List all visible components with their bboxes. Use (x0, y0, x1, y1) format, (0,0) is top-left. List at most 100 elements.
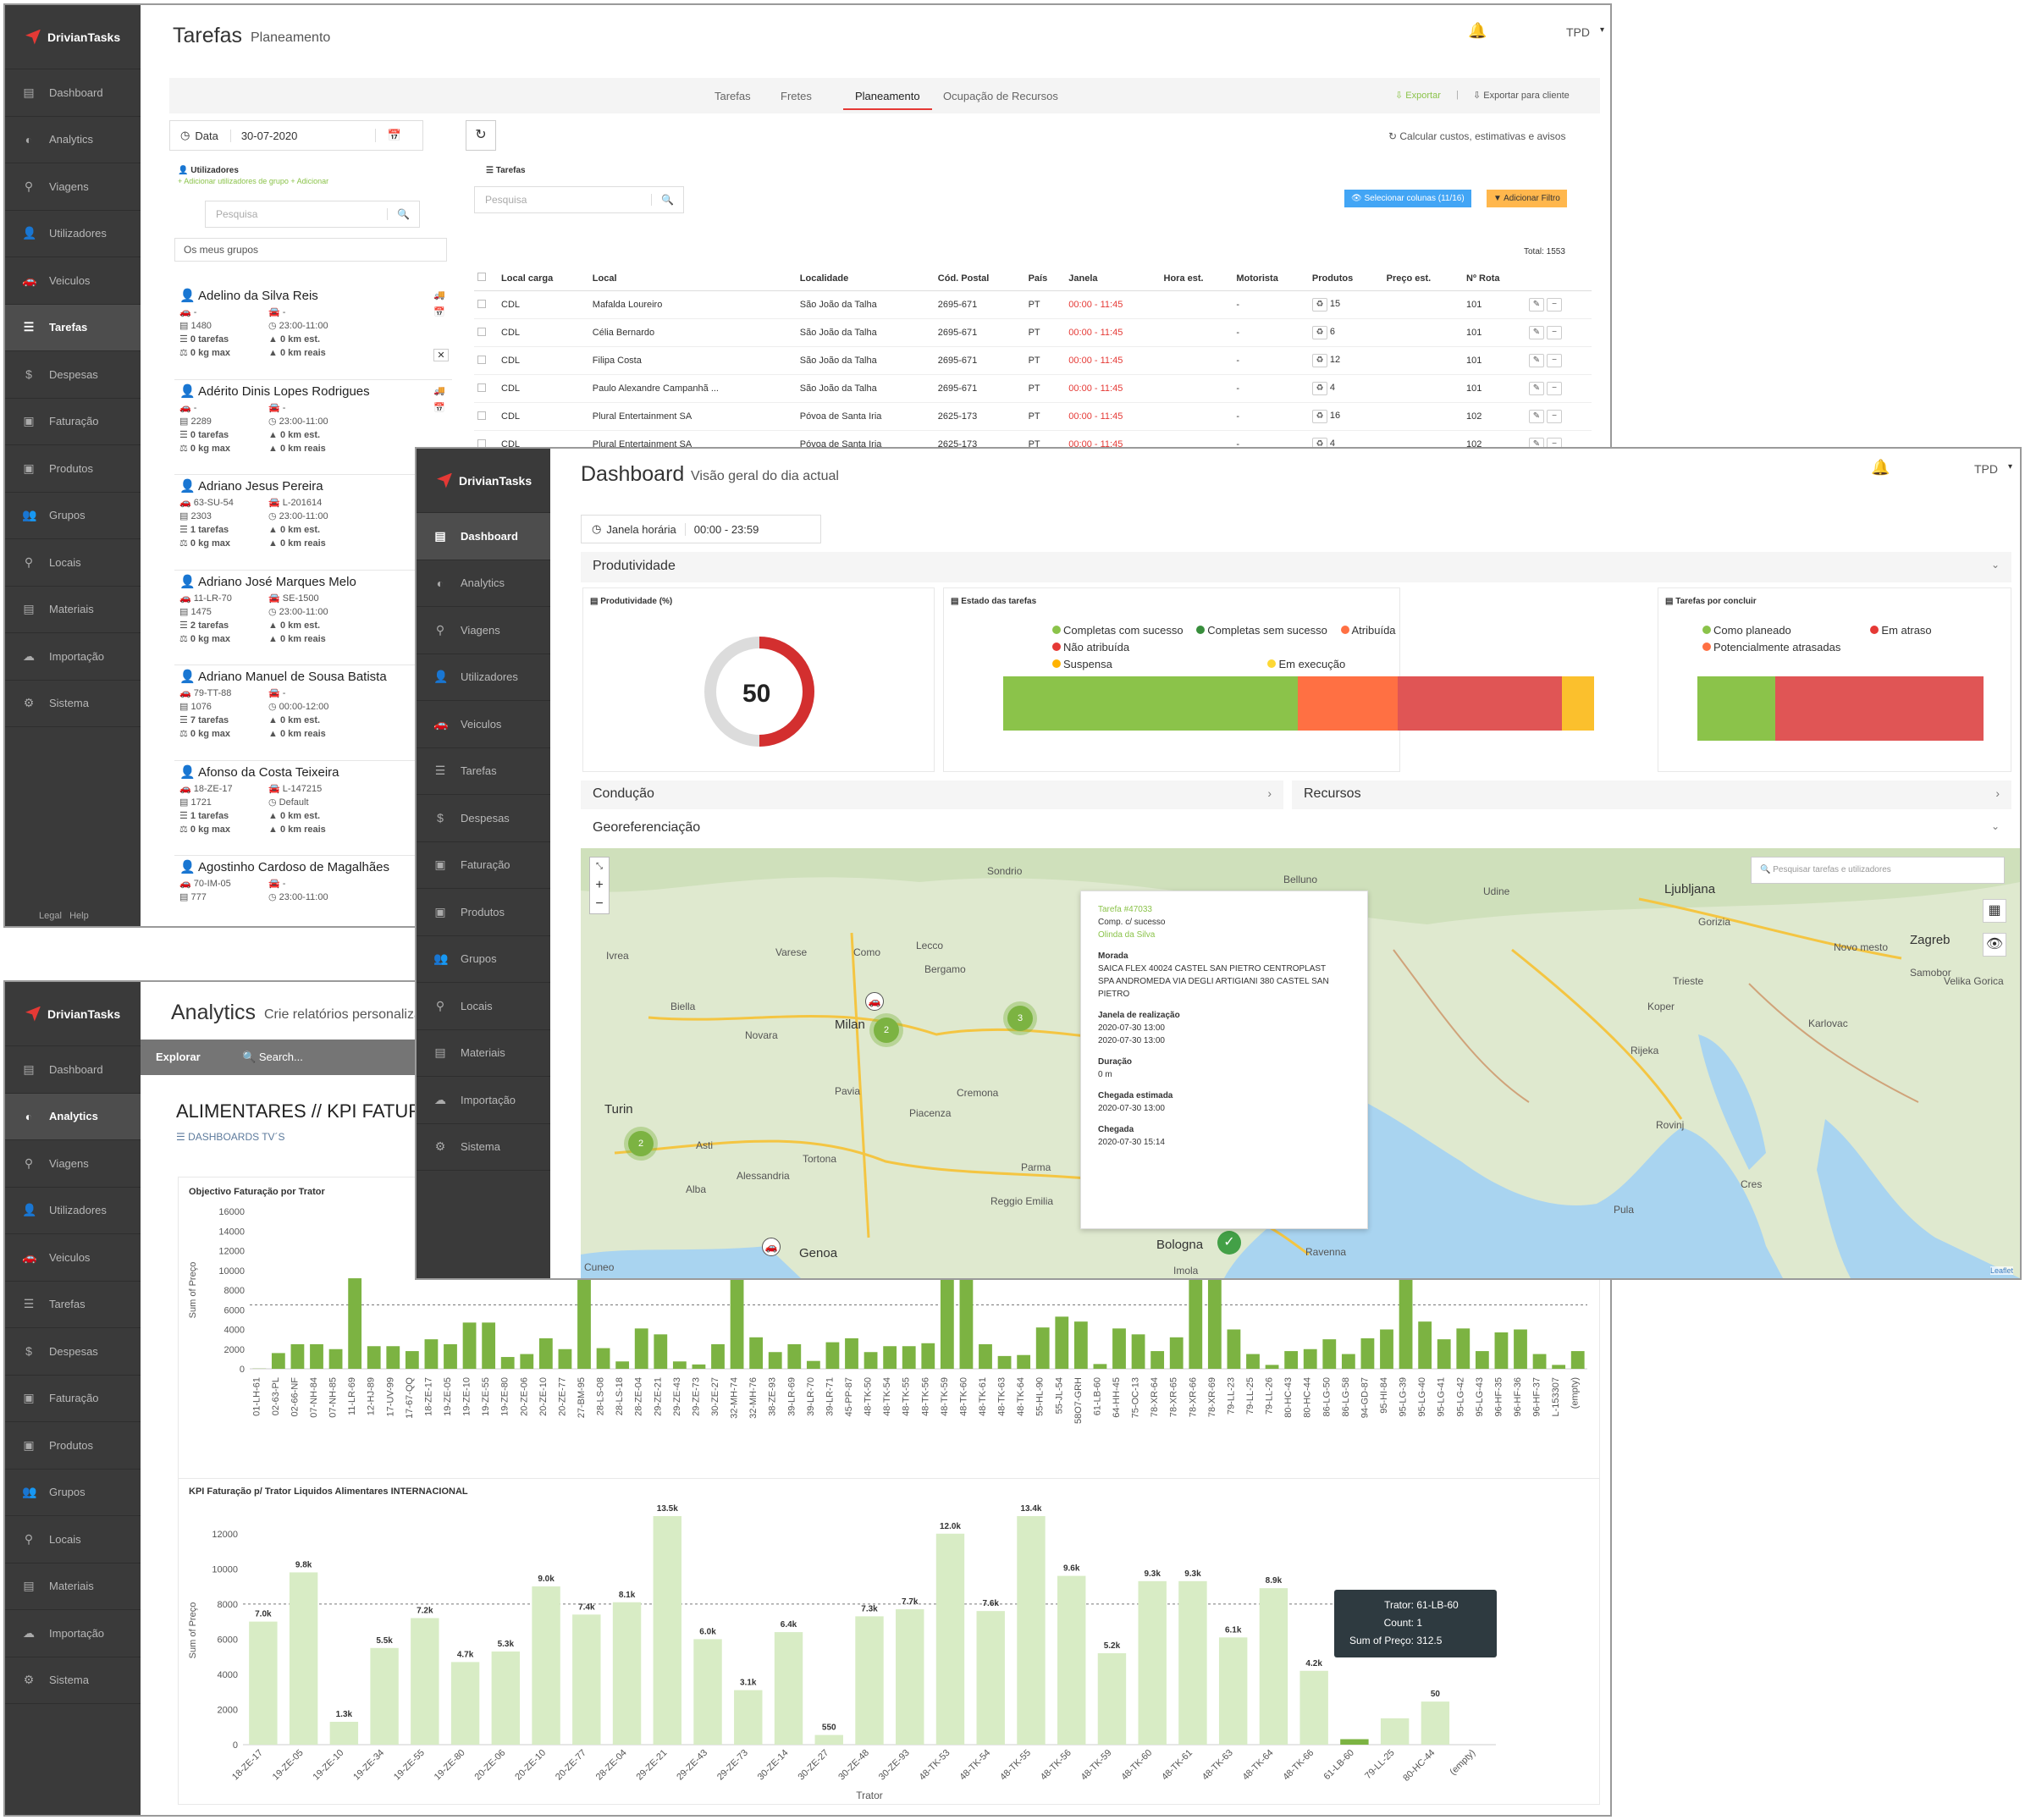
sidebar-item-grupos[interactable]: 👥 Grupos (5, 1470, 141, 1516)
tasks-search[interactable]: Pesquisa 🔍 (474, 186, 684, 213)
sidebar-item-grupos[interactable]: 👥 Grupos (417, 936, 550, 983)
edit-icon[interactable]: ✎ (1529, 382, 1544, 395)
sidebar-item-faturacao[interactable]: ▣ Faturação (417, 842, 550, 889)
brand-logo[interactable]: DrivianTasks (5, 5, 141, 69)
time-window[interactable]: ◷ Janela horária 00:00 - 23:59 (581, 515, 821, 543)
search-icon[interactable]: 🔍 (651, 194, 683, 206)
legend-item[interactable]: Suspensa (1052, 658, 1112, 670)
sidebar-item-utilizadores[interactable]: 👤 Utilizadores (5, 211, 141, 257)
window-value[interactable]: 00:00 - 23:59 (686, 523, 759, 536)
export-client-button[interactable]: ⇩ Exportar para cliente (1473, 90, 1570, 101)
popup-task[interactable]: Tarefa #47033 (1098, 903, 1350, 916)
chevron-down-icon[interactable]: ▾ (2008, 462, 2012, 472)
sidebar-item-sistema[interactable]: ⚙ Sistema (5, 1657, 141, 1704)
minus-icon[interactable]: − (1547, 382, 1562, 395)
sidebar-item-materiais[interactable]: ▤ Materiais (5, 1564, 141, 1610)
sidebar-item-analytics[interactable]: ◐ Analytics (417, 560, 550, 607)
sidebar-item-sistema[interactable]: ⚙ Sistema (5, 681, 141, 727)
select-columns-button[interactable]: 👁 Selecionar colunas (11/16) (1344, 190, 1471, 207)
sidebar-item-locais[interactable]: ⚲ Locais (5, 539, 141, 587)
products-icon[interactable]: ♻ (1311, 326, 1327, 339)
add-filter-button[interactable]: ▼ Adicionar Filtro (1487, 190, 1567, 207)
column-header[interactable]: Produtos (1308, 266, 1383, 291)
truck-icon[interactable]: 🚚 (433, 290, 445, 301)
user-menu[interactable]: TPD (1974, 462, 1998, 476)
sidebar-item-produtos[interactable]: ▣ Produtos (5, 1422, 141, 1470)
column-header[interactable]: Local (588, 266, 797, 291)
section-recursos[interactable]: Recursos › (1292, 780, 2011, 809)
vehicle-marker-icon[interactable]: 🚗 (762, 1238, 781, 1256)
date-picker[interactable]: ◷ Data 30-07-2020 📅 (169, 120, 423, 151)
table-row[interactable]: CDL Filipa Costa São João da Talha 2695-671… (474, 346, 1592, 375)
sidebar-item-dashboard[interactable]: ▤ Dashboard (5, 69, 141, 117)
user-menu[interactable]: TPD (1566, 25, 1590, 39)
sidebar-item-tarefas[interactable]: ☰ Tarefas (417, 748, 550, 795)
eye-icon[interactable]: 👁 (1983, 933, 2006, 957)
products-icon[interactable]: ♻ (1311, 354, 1327, 367)
column-header[interactable]: Janela (1065, 266, 1161, 291)
brand-logo[interactable]: DrivianTasks (417, 449, 550, 513)
section-geo[interactable]: Georeferenciação ⌄ (581, 814, 2011, 843)
legend-item[interactable]: Completas com sucesso (1052, 624, 1184, 637)
edit-icon[interactable]: ✎ (1529, 410, 1544, 423)
sidebar-item-veiculos[interactable]: 🚗 Veiculos (5, 257, 141, 305)
legend-item[interactable]: Como planeado (1702, 624, 1791, 637)
column-header[interactable]: Local carga (498, 266, 589, 291)
sidebar-item-despesas[interactable]: $ Despesas (5, 351, 141, 399)
user-card[interactable]: 👤 Afonso da Costa Teixeira 🚗 18-ZE-17 🚘 L-… (174, 761, 452, 856)
cluster-marker[interactable]: 2 (874, 1018, 899, 1043)
sidebar-item-locais[interactable]: ⚲ Locais (417, 983, 550, 1030)
sidebar-item-locais[interactable]: ⚲ Locais (5, 1516, 141, 1564)
sidebar-item-importacao[interactable]: ☁ Importação (5, 1610, 141, 1657)
sidebar-item-produtos[interactable]: ▣ Produtos (417, 889, 550, 936)
user-card[interactable]: 👤 Adelino da Silva Reis 🚗 - 🚘 - ▤ 1480 ◷ 23:… (174, 284, 452, 380)
map-search[interactable]: 🔍 Pesquisar tarefas e utilizadores (1751, 857, 2005, 884)
user-card[interactable]: 👤 Adérito Dinis Lopes Rodrigues 🚗 - 🚘 - ▤ 2… (174, 380, 452, 475)
row-checkbox[interactable] (477, 411, 486, 420)
sidebar-item-materiais[interactable]: ▤ Materiais (5, 587, 141, 633)
search-input[interactable]: 🔍 Search... (242, 1051, 303, 1064)
sidebar-item-tarefas[interactable]: ☰ Tarefas (5, 304, 141, 351)
legend-item[interactable]: Potencialmente atrasadas (1702, 641, 1840, 654)
sidebar-item-analytics[interactable]: ◐ Analytics (5, 117, 141, 163)
sidebar-item-tarefas[interactable]: ☰ Tarefas (5, 1282, 141, 1328)
column-header[interactable]: Cód. Postal (934, 266, 1025, 291)
map[interactable]: Ljubljana Zagreb Milan Turin Genoa Bologna Ber… (581, 848, 2020, 1278)
row-checkbox[interactable] (477, 355, 486, 364)
sidebar-item-produtos[interactable]: ▣ Produtos (5, 445, 141, 493)
cluster-marker[interactable]: 3 (1007, 1006, 1033, 1031)
leaflet-attribution[interactable]: Leaflet (1989, 1266, 2013, 1275)
sidebar-item-grupos[interactable]: 👥 Grupos (5, 493, 141, 539)
sidebar-item-viagens[interactable]: ⚲ Viagens (417, 607, 550, 654)
zoom-in-button[interactable]: + (590, 876, 609, 895)
minus-icon[interactable]: − (1547, 410, 1562, 423)
column-header[interactable]: Localidade (796, 266, 935, 291)
row-checkbox[interactable] (477, 327, 486, 336)
row-checkbox[interactable] (477, 383, 486, 392)
edit-icon[interactable]: ✎ (1529, 354, 1544, 367)
legend-item[interactable]: Em execução (1267, 658, 1345, 670)
chevron-down-icon[interactable]: ⌄ (1991, 559, 2000, 571)
task-marker-icon[interactable]: ✓ (1217, 1231, 1241, 1255)
products-icon[interactable]: ♻ (1311, 410, 1327, 423)
explore-button[interactable]: Explorar (156, 1051, 201, 1063)
sidebar-item-sistema[interactable]: ⚙ Sistema (417, 1124, 550, 1171)
minus-icon[interactable]: − (1547, 298, 1562, 312)
help-link[interactable]: Help (69, 911, 89, 921)
search-icon[interactable]: 🔍 (387, 208, 419, 220)
tab-ocupacao[interactable]: Ocupação de Recursos (943, 90, 1058, 102)
sidebar-item-viagens[interactable]: ⚲ Viagens (5, 163, 141, 211)
minus-icon[interactable]: − (1547, 326, 1562, 339)
tab-planeamento[interactable]: Planeamento (843, 90, 932, 110)
sidebar-item-importacao[interactable]: ☁ Importação (5, 633, 141, 681)
zoom-out-button[interactable]: − (590, 895, 609, 913)
layers-icon[interactable]: ▦ (1983, 899, 2006, 923)
brand-logo[interactable]: DrivianTasks (5, 982, 141, 1046)
vehicle-marker-icon[interactable]: 🚗 (865, 992, 884, 1011)
dashboard-subtitle[interactable]: ☰ DASHBOARDS TV´S (176, 1131, 285, 1143)
sidebar-item-dashboard[interactable]: ▤ Dashboard (5, 1046, 141, 1094)
column-header[interactable]: Preço est. (1382, 266, 1464, 291)
table-row[interactable]: CDL Paulo Alexandre Campanhã ... São João … (474, 374, 1592, 403)
sidebar-item-faturacao[interactable]: ▣ Faturação (5, 1376, 141, 1422)
truck-icon[interactable]: 🚚 (433, 385, 445, 396)
